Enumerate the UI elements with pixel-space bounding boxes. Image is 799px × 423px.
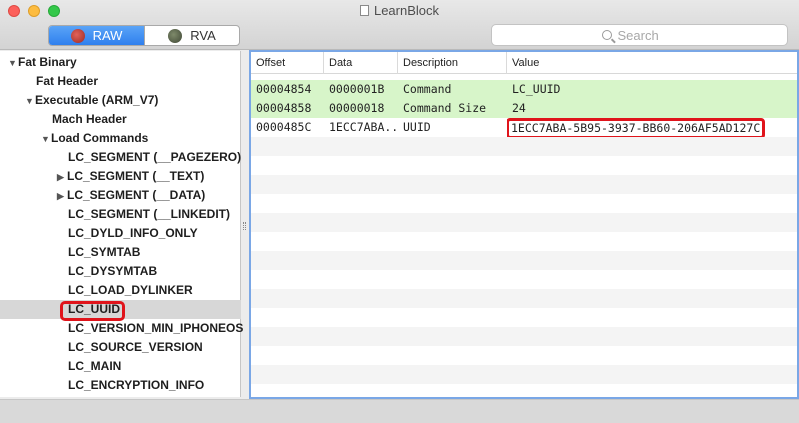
tree-item-load-commands[interactable]: ▼Load Commands (0, 129, 241, 148)
tree-item-label: Mach Header (52, 112, 127, 126)
tree-item-label: Executable (ARM_V7) (35, 93, 159, 107)
details-table: Offset Data Description Value 00004854 0… (249, 50, 799, 399)
tree-item-lc-segment-data[interactable]: ▶ LC_SEGMENT (__DATA) (0, 186, 241, 205)
tree-item-label: LC_ENCRYPTION_INFO (68, 378, 205, 392)
disclosure-down-icon[interactable]: ▼ (41, 130, 51, 149)
tree-item-fat-header[interactable]: Fat Header (0, 72, 241, 91)
tree-item-label: LC_SEGMENT (__PAGEZERO) (68, 150, 242, 164)
disclosure-right-icon[interactable]: ▶ (57, 168, 67, 187)
tree-item-label: LC_SEGMENT (__TEXT) (67, 169, 205, 183)
tree-item-label: LC_VERSION_MIN_IPHONEOS (68, 321, 244, 335)
tree-item-label: LC_SOURCE_VERSION (68, 340, 203, 354)
empty-row (251, 327, 797, 346)
column-header-offset[interactable]: Offset (251, 52, 324, 74)
empty-row (251, 137, 797, 156)
uuid-value-highlight: 1ECC7ABA-5B95-3937-BB60-206AF5AD127C (507, 118, 766, 137)
column-header-data[interactable]: Data (324, 52, 398, 74)
empty-row (251, 251, 797, 270)
title-bar: LearnBlock RAW RVA (0, 0, 799, 50)
cell-data: 1ECC7ABA... (329, 120, 398, 134)
tree-item-label: Load Commands (51, 131, 149, 145)
empty-row (251, 289, 797, 308)
disclosure-down-icon[interactable]: ▼ (8, 54, 18, 73)
cell-value: 24 (512, 101, 526, 115)
raw-mode-label: RAW (92, 28, 123, 43)
outline-sidebar: ▼Fat Binary Fat Header ▼Executable (ARM_… (0, 51, 244, 397)
column-header-value[interactable]: Value (507, 52, 797, 74)
tree-item-lc-dysymtab[interactable]: LC_DYSYMTAB (0, 262, 241, 281)
empty-row (251, 365, 797, 384)
tree-item-lc-segment-text[interactable]: ▶ LC_SEGMENT (__TEXT) (0, 167, 241, 186)
empty-row (251, 270, 797, 289)
empty-row (251, 156, 797, 175)
disclosure-down-icon[interactable]: ▼ (25, 92, 35, 111)
tree-item-lc-source-version[interactable]: LC_SOURCE_VERSION (0, 338, 241, 357)
split-view-handle[interactable] (243, 222, 246, 230)
cell-value: LC_UUID (512, 82, 561, 96)
tree-item-lc-dyld-info-only[interactable]: LC_DYLD_INFO_ONLY (0, 224, 241, 243)
window-title: LearnBlock (0, 3, 799, 18)
table-row[interactable]: 00004854 0000001B Command LC_UUID (251, 80, 797, 99)
cell-value: 1ECC7ABA-5B95-3937-BB60-206AF5AD127C (507, 118, 797, 137)
cell-description: Command Size (403, 101, 487, 115)
tree-item-label: Fat Header (36, 74, 99, 88)
empty-row (251, 194, 797, 213)
table-row[interactable]: 0000485C 1ECC7ABA... UUID 1ECC7ABA-5B95-… (251, 118, 797, 137)
app-window: LearnBlock RAW RVA ▼Fat Binary Fat Heade… (0, 0, 799, 423)
apple-gray-icon (168, 28, 183, 43)
cell-description: Command (403, 82, 452, 96)
tree-item-label: LC_LOAD_DYLINKER (68, 283, 193, 297)
tree-item-label: LC_SYMTAB (68, 245, 141, 259)
tree-item-label: LC_SEGMENT (__LINKEDIT) (68, 207, 231, 221)
tree-item-lc-segment-linkedit[interactable]: LC_SEGMENT (__LINKEDIT) (0, 205, 241, 224)
column-header-description[interactable]: Description (398, 52, 507, 74)
empty-row (251, 175, 797, 194)
cell-offset: 00004858 (256, 101, 312, 115)
window-title-text: LearnBlock (373, 3, 440, 18)
search-field[interactable] (491, 24, 788, 46)
tree-item-lc-main[interactable]: LC_MAIN (0, 357, 241, 376)
tree-item-label: LC_MAIN (68, 359, 122, 373)
tree-item-mach-header[interactable]: Mach Header (0, 110, 241, 129)
empty-row (251, 346, 797, 365)
empty-row (251, 232, 797, 251)
rva-mode-button[interactable]: RVA (144, 26, 239, 45)
empty-row (251, 308, 797, 327)
tree-item-lc-version-min-iphoneos[interactable]: LC_VERSION_MIN_IPHONEOS (0, 319, 244, 338)
tree-item-executable[interactable]: ▼Executable (ARM_V7) (0, 91, 241, 110)
cell-description: UUID (403, 120, 431, 134)
cell-offset: 0000485C (256, 120, 312, 134)
tree-item-label: LC_DYSYMTAB (68, 264, 158, 278)
view-mode-segmented-control: RAW RVA (48, 25, 240, 46)
tree-item-lc-encryption-info[interactable]: LC_ENCRYPTION_INFO (0, 376, 241, 395)
search-input[interactable] (617, 27, 678, 43)
tree-item-label: Fat Binary (18, 55, 77, 69)
empty-row (251, 384, 797, 397)
rva-mode-label: RVA (190, 28, 216, 43)
cell-data: 0000001B (329, 82, 385, 96)
tree-item-fat-binary[interactable]: ▼Fat Binary (0, 53, 241, 72)
table-row[interactable]: 00004858 00000018 Command Size 24 (251, 99, 797, 118)
tree-item-label: LC_DYLD_INFO_ONLY (68, 226, 198, 240)
raw-mode-button[interactable]: RAW (49, 26, 144, 45)
table-header: Offset Data Description Value (251, 52, 797, 74)
cell-offset: 00004854 (256, 82, 312, 96)
status-bar (0, 399, 799, 423)
empty-row (251, 213, 797, 232)
cell-data: 00000018 (329, 101, 385, 115)
tree-item-lc-load-dylinker[interactable]: LC_LOAD_DYLINKER (0, 281, 241, 300)
search-icon (601, 30, 612, 40)
tree-item-lc-segment-pagezero[interactable]: LC_SEGMENT (__PAGEZERO) (0, 148, 241, 167)
tree-item-lc-symtab[interactable]: LC_SYMTAB (0, 243, 241, 262)
apple-red-icon (70, 28, 85, 43)
disclosure-right-icon[interactable]: ▶ (57, 187, 67, 206)
tree-item-label: LC_SEGMENT (__DATA) (67, 188, 206, 202)
document-icon (359, 5, 369, 16)
selection-highlight-box (60, 301, 125, 321)
